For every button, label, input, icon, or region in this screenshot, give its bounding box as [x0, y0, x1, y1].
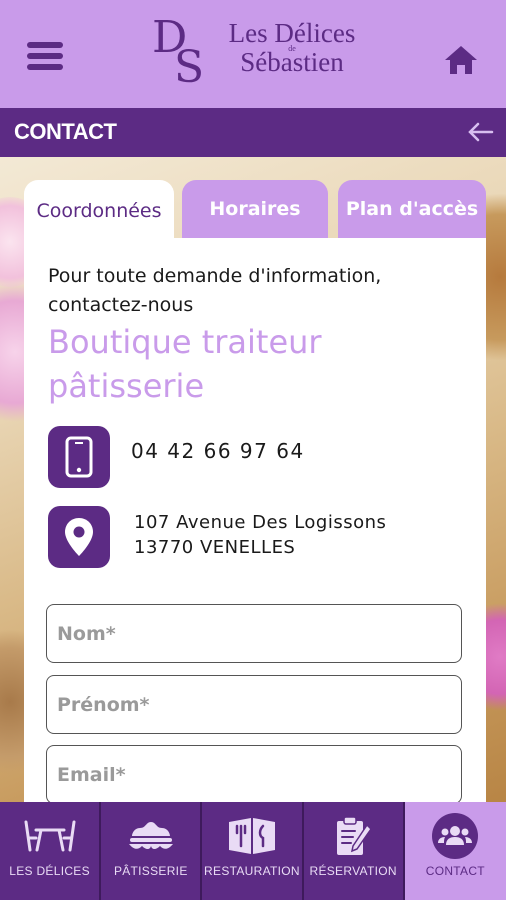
address-line-2: 13770 VENELLES — [134, 537, 296, 558]
arrow-left-icon[interactable] — [466, 120, 494, 144]
contact-card: Pour toute demande d'information, contac… — [24, 238, 486, 804]
clipboard-pen-icon — [323, 814, 383, 858]
page-title: CONTACT — [14, 119, 117, 144]
logo-line-3: Sébastien — [240, 47, 344, 77]
email-input[interactable] — [47, 746, 461, 803]
tables-chairs-icon — [20, 814, 80, 858]
nav-item-patisserie[interactable]: PÂTISSERIE — [101, 802, 203, 900]
nom-field[interactable] — [46, 604, 462, 663]
logo-initial-s: S — [174, 42, 205, 93]
app-header: D S Les Délices de Sébastien — [0, 0, 506, 108]
nav-label-contact: CONTACT — [425, 864, 485, 878]
logo-wordmark: Les Délices de Sébastien — [212, 20, 372, 76]
tab-plan-acces[interactable]: Plan d'accès — [338, 180, 486, 238]
logo-monogram: D S — [150, 12, 212, 93]
nav-item-reservation[interactable]: RÉSERVATION — [304, 802, 405, 900]
email-field[interactable] — [46, 745, 462, 804]
cake-icon — [121, 814, 181, 858]
nav-item-contact[interactable]: CONTACT — [404, 802, 506, 900]
contact-intro-text: Pour toute demande d'information, contac… — [48, 265, 382, 316]
tab-horaires[interactable]: Horaires — [182, 180, 328, 238]
prenom-field[interactable] — [46, 675, 462, 734]
address-line-1: 107 Avenue Des Logissons — [134, 512, 387, 533]
nav-item-les-delices[interactable]: LES DÉLICES — [0, 802, 102, 900]
nav-label-restauration: RESTAURATION — [204, 864, 300, 878]
nav-label-patisserie: PÂTISSERIE — [113, 864, 188, 878]
home-icon[interactable] — [443, 44, 479, 76]
brand-logo[interactable]: D S Les Délices de Sébastien — [150, 12, 372, 94]
phone-number-link[interactable]: 04 42 66 97 64 — [131, 439, 305, 463]
nom-input[interactable] — [47, 605, 461, 662]
tab-coordonnees[interactable]: Coordonnées — [24, 180, 174, 242]
bottom-navigation: LES DÉLICES PÂTISSERIE RESTAURATION RÉSE… — [0, 802, 506, 900]
page-title-bar: CONTACT — [0, 108, 506, 157]
map-pin-icon[interactable] — [48, 506, 110, 568]
menu-cutlery-icon — [222, 814, 282, 858]
nav-label-les-delices: LES DÉLICES — [9, 864, 90, 878]
nav-item-restauration[interactable]: RESTAURATION — [202, 802, 304, 900]
people-icon — [425, 813, 485, 859]
shop-name-heading: Boutique traiteur pâtisserie — [48, 323, 322, 405]
hamburger-menu-icon[interactable] — [27, 42, 63, 76]
nav-label-reservation: RÉSERVATION — [309, 864, 397, 878]
phone-icon[interactable] — [48, 426, 110, 488]
logo-line-1: Les Délices — [228, 18, 356, 48]
address-text[interactable]: 107 Avenue Des Logissons 13770 VENELLES — [134, 510, 386, 560]
prenom-input[interactable] — [47, 676, 461, 733]
